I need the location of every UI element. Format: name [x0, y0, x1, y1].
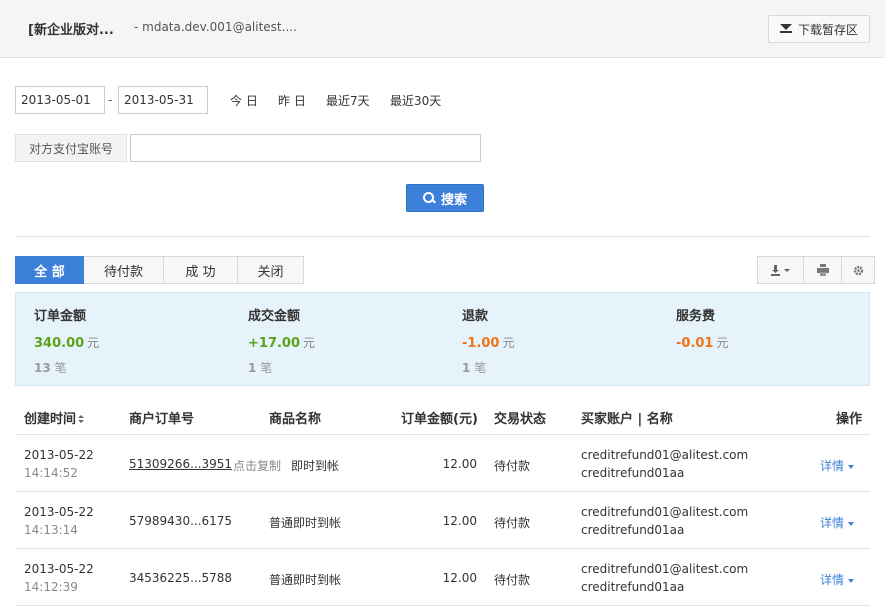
- column-header-order-no: 商户订单号: [129, 412, 195, 427]
- end-date-input[interactable]: [118, 86, 208, 114]
- print-button[interactable]: [804, 256, 842, 284]
- detail-dropdown[interactable]: 详情: [820, 514, 855, 531]
- created-time: 14:14:52: [24, 466, 78, 480]
- column-header-buyer: 买家账户 | 名称: [581, 412, 673, 427]
- order-number: 57989430...6175: [129, 514, 233, 528]
- caret-down-icon: [848, 578, 855, 583]
- quick-range-today[interactable]: 今 日: [230, 92, 258, 109]
- column-header-created-time[interactable]: 创建时间: [24, 408, 85, 427]
- account-email: - mdata.dev.001@alitest....: [134, 20, 297, 34]
- trade-status: 待付款: [494, 459, 531, 473]
- table-row: 2013-05-22 14:14:52 51309266...3951 点击复制…: [15, 435, 870, 492]
- quick-range-7days[interactable]: 最近7天: [326, 92, 370, 109]
- summary-title: 订单金额: [34, 309, 87, 324]
- buyer-name: creditrefund01aa: [581, 466, 685, 480]
- summary-amount: 340.00 元: [34, 336, 100, 351]
- summary-amount: +17.00 元: [248, 336, 316, 351]
- created-date: 2013-05-22: [24, 505, 94, 519]
- tab-all[interactable]: 全 部: [15, 256, 84, 284]
- copy-order-link[interactable]: 点击复制: [233, 457, 281, 474]
- goods-name: 普通即时到帐: [269, 573, 342, 587]
- buyer-account: creditrefund01@alitest.com: [581, 562, 749, 576]
- date-separator: -: [108, 93, 113, 107]
- settings-icon: [853, 265, 863, 275]
- trade-status: 待付款: [494, 516, 531, 530]
- created-time: 14:13:14: [24, 523, 78, 537]
- download-area-button[interactable]: 下载暂存区: [768, 15, 870, 43]
- order-amount: 12.00: [442, 571, 477, 585]
- quick-range-yesterday[interactable]: 昨 日: [278, 92, 306, 109]
- search-button[interactable]: 搜索: [406, 184, 484, 212]
- search-label: 搜索: [440, 192, 467, 208]
- tab-success[interactable]: 成 功: [164, 256, 238, 284]
- status-tabs: 全 部 待付款 成 功 关闭: [15, 256, 304, 284]
- buyer-account: creditrefund01@alitest.com: [581, 505, 749, 519]
- goods-name: 即时到帐: [291, 459, 340, 473]
- summary-count: 1 笔: [248, 361, 273, 375]
- column-header-action: 操作: [836, 412, 863, 427]
- settings-button[interactable]: [842, 256, 875, 284]
- tab-pending-payment[interactable]: 待付款: [84, 256, 164, 284]
- summary-count: 1 笔: [462, 361, 487, 375]
- download-icon: [779, 24, 792, 34]
- summary-title: 成交金额: [248, 309, 301, 324]
- search-icon: [422, 192, 435, 204]
- created-time: 14:12:39: [24, 580, 78, 594]
- start-date-input[interactable]: [15, 86, 105, 114]
- export-icon: [770, 265, 790, 276]
- order-amount: 12.00: [442, 514, 477, 528]
- summary-title: 退款: [462, 309, 489, 324]
- caret-down-icon: [848, 521, 855, 526]
- created-date: 2013-05-22: [24, 562, 94, 576]
- caret-down-icon: [848, 464, 855, 469]
- company-name: [新企业版对...: [28, 23, 114, 38]
- detail-dropdown[interactable]: 详情: [820, 457, 855, 474]
- counterparty-account-input[interactable]: [130, 134, 481, 162]
- counterparty-account-label: 对方支付宝账号: [15, 134, 127, 162]
- divider: [15, 236, 870, 237]
- table-header: 创建时间 商户订单号 商品名称 订单金额(元) 交易状态 买家账户 | 名称 操…: [15, 398, 870, 435]
- trade-status: 待付款: [494, 573, 531, 587]
- column-header-goods: 商品名称: [269, 412, 322, 427]
- summary-panel: 订单金额 340.00 元 13 笔 成交金额 +17.00 元 1 笔 退款 -1…: [15, 292, 870, 386]
- page-header: [新企业版对... - mdata.dev.001@alitest.... 下载…: [0, 0, 885, 58]
- print-icon: [816, 264, 829, 276]
- summary-count: 13 笔: [34, 361, 67, 375]
- quick-range-30days[interactable]: 最近30天: [390, 92, 441, 109]
- table-row: 2013-05-22 14:12:39 34536225...5788 普通即时…: [15, 549, 870, 606]
- column-header-status: 交易状态: [494, 412, 547, 427]
- sort-icon: [78, 415, 85, 424]
- export-button[interactable]: [757, 256, 804, 284]
- summary-amount: -1.00 元: [462, 336, 515, 351]
- goods-name: 普通即时到帐: [269, 516, 342, 530]
- table-row: 2013-05-22 14:13:14 57989430...6175 普通即时…: [15, 492, 870, 549]
- buyer-name: creditrefund01aa: [581, 523, 685, 537]
- column-header-amount: 订单金额(元): [401, 412, 478, 427]
- created-date: 2013-05-22: [24, 448, 94, 462]
- order-amount: 12.00: [442, 457, 477, 471]
- summary-amount: -0.01 元: [676, 336, 729, 351]
- buyer-account: creditrefund01@alitest.com: [581, 448, 749, 462]
- tab-closed[interactable]: 关闭: [238, 256, 304, 284]
- order-number-link[interactable]: 51309266...3951: [129, 457, 232, 471]
- download-area-label: 下载暂存区: [797, 22, 858, 37]
- detail-dropdown[interactable]: 详情: [820, 571, 855, 588]
- table-toolbar: [757, 256, 875, 284]
- order-number: 34536225...5788: [129, 571, 233, 585]
- buyer-name: creditrefund01aa: [581, 580, 685, 594]
- summary-title: 服务费: [676, 309, 716, 324]
